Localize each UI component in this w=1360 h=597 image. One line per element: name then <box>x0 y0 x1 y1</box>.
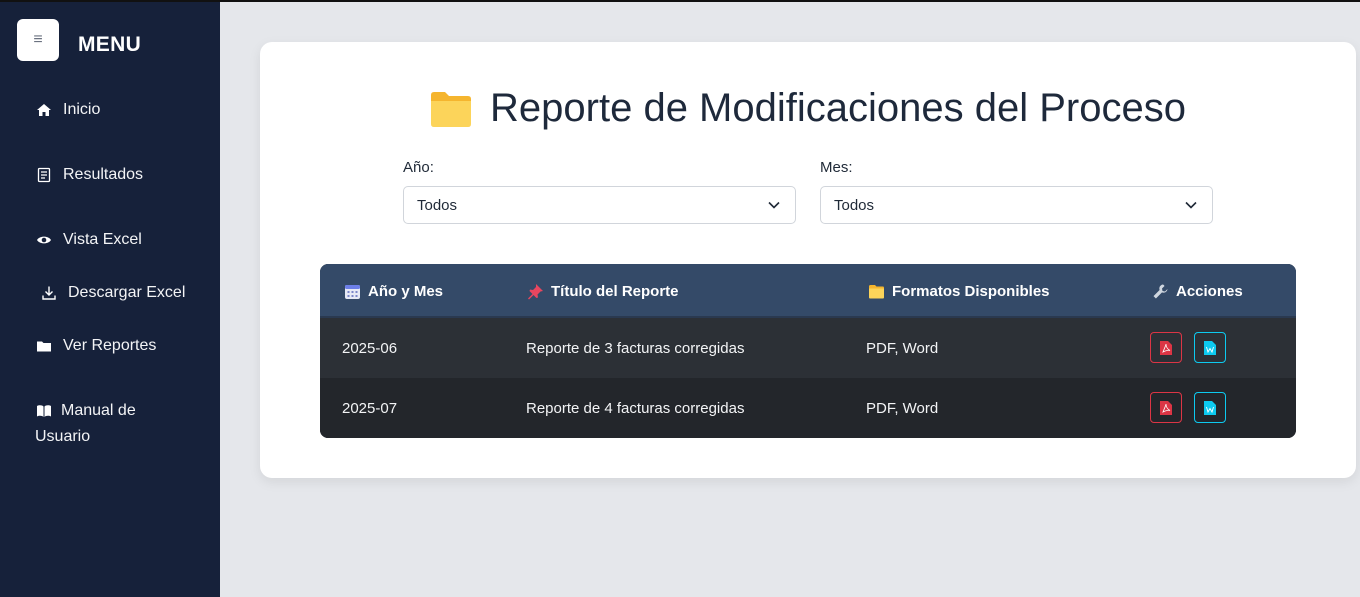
column-header-actions: Acciones <box>1152 264 1243 318</box>
sidebar-item-label: Descargar Excel <box>68 284 186 301</box>
report-card: Reporte de Modificaciones del Proceso Añ… <box>260 42 1356 478</box>
sidebar-item-ver-reportes[interactable]: Ver Reportes <box>35 333 156 359</box>
download-word-button[interactable] <box>1194 392 1226 423</box>
cell-period: 2025-06 <box>342 339 398 357</box>
table-row: 2025-06 Reporte de 3 facturas corregidas… <box>320 318 1296 378</box>
menu-toggle-button[interactable]: ≡ <box>17 19 59 61</box>
folder-icon <box>869 284 884 298</box>
sidebar: ≡ MENU Inicio Resultados Vista Excel Des… <box>0 2 220 597</box>
download-icon <box>40 280 58 306</box>
sidebar-item-label: Resultados <box>63 166 144 183</box>
column-header-title: Título del Reporte <box>527 264 679 318</box>
sidebar-item-label: Inicio <box>63 101 101 118</box>
sidebar-item-resultados[interactable]: Resultados <box>35 162 143 188</box>
reports-table: Año y Mes Título del Reporte Formatos Di… <box>320 264 1296 438</box>
cell-formats: PDF, Word <box>866 399 939 417</box>
sidebar-item-manual[interactable]: Manual de Usuario <box>35 398 185 450</box>
sidebar-item-inicio[interactable]: Inicio <box>35 97 100 123</box>
chevron-down-icon <box>1185 201 1197 209</box>
month-filter-label: Mes: <box>820 159 853 176</box>
page-title: Reporte de Modificaciones del Proceso <box>260 86 1356 131</box>
eye-icon <box>35 227 53 253</box>
home-icon <box>35 97 53 123</box>
table-row: 2025-07 Reporte de 4 facturas corregidas… <box>320 378 1296 438</box>
folder-icon <box>431 91 472 127</box>
folder-icon <box>35 333 53 359</box>
chevron-down-icon <box>768 201 780 209</box>
hamburger-icon: ≡ <box>33 31 43 48</box>
menu-title: MENU <box>78 33 142 56</box>
sidebar-item-label: Ver Reportes <box>63 337 157 354</box>
pdf-file-icon <box>1160 340 1172 355</box>
sidebar-item-vista-excel[interactable]: Vista Excel <box>35 227 142 253</box>
word-file-icon <box>1204 340 1216 355</box>
page-title-text: Reporte de Modificaciones del Proceso <box>490 86 1186 130</box>
download-pdf-button[interactable] <box>1150 392 1182 423</box>
column-header-period: Año y Mes <box>344 264 443 318</box>
cell-period: 2025-07 <box>342 399 398 417</box>
cell-title: Reporte de 3 facturas corregidas <box>526 339 745 357</box>
column-header-formats: Formatos Disponibles <box>868 264 1050 318</box>
pushpin-icon <box>528 283 543 299</box>
cell-formats: PDF, Word <box>866 339 939 357</box>
pdf-file-icon <box>1160 400 1172 415</box>
book-icon <box>35 398 53 424</box>
month-select[interactable]: Todos <box>820 186 1213 224</box>
year-filter-label: Año: <box>403 159 434 176</box>
calendar-icon <box>345 284 360 299</box>
sidebar-item-descargar-excel[interactable]: Descargar Excel <box>40 280 185 306</box>
download-pdf-button[interactable] <box>1150 332 1182 363</box>
word-file-icon <box>1204 400 1216 415</box>
month-select-value: Todos <box>834 196 875 214</box>
year-select[interactable]: Todos <box>403 186 796 224</box>
year-select-value: Todos <box>417 196 458 214</box>
sidebar-item-label: Vista Excel <box>63 231 142 248</box>
cell-title: Reporte de 4 facturas corregidas <box>526 399 745 417</box>
receipt-icon <box>35 162 53 188</box>
wrench-icon <box>1153 284 1168 298</box>
download-word-button[interactable] <box>1194 332 1226 363</box>
table-header: Año y Mes Título del Reporte Formatos Di… <box>320 264 1296 318</box>
